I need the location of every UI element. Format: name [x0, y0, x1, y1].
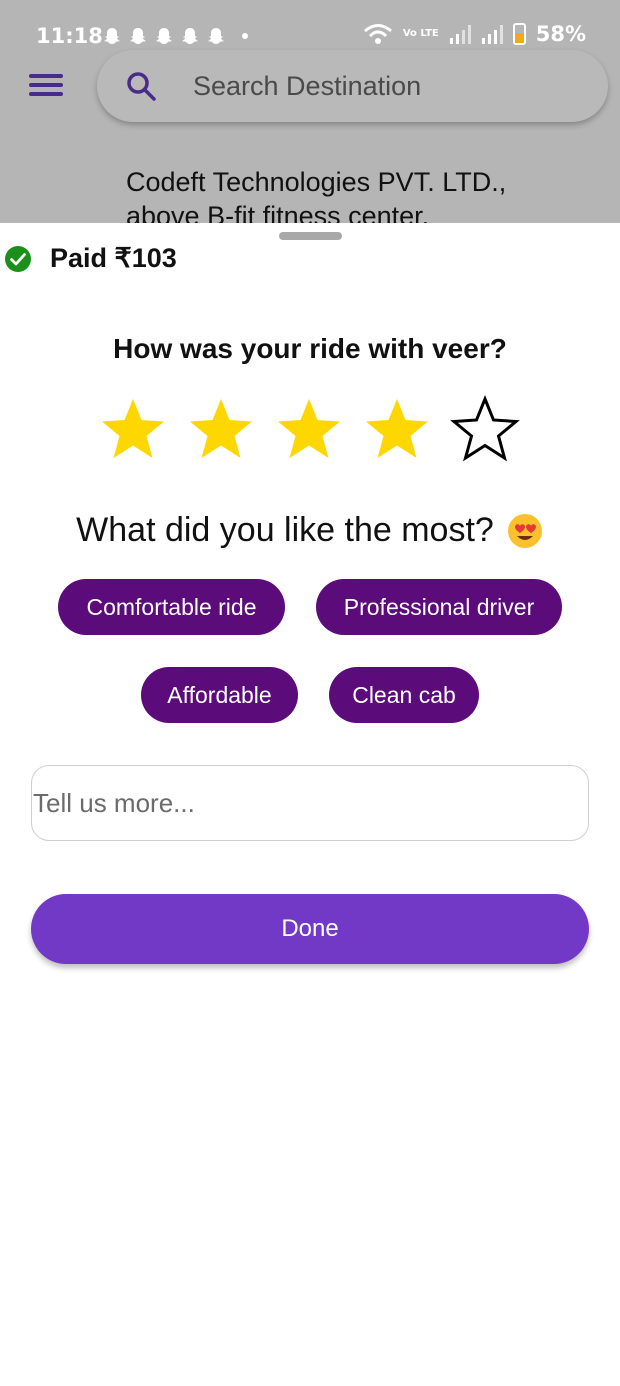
rating-bottom-sheet: Paid ₹103 How was your ride with veer? W… [0, 223, 620, 1386]
paid-amount: Paid ₹103 [50, 243, 177, 273]
chip-professional-driver[interactable]: Professional driver [316, 579, 562, 635]
volte-label: Vo LTE [402, 28, 439, 39]
address-line: above B-fit fitness center, [126, 201, 430, 223]
hamburger-line [29, 92, 63, 96]
map-backdrop: 11:18 Vo LTE 58% Search Destination Code… [0, 0, 620, 223]
search-placeholder: Search Destination [193, 71, 422, 101]
battery-level [514, 32, 524, 43]
snapchat-icon [182, 28, 198, 44]
star-filled-icon[interactable] [186, 395, 256, 465]
signal-icon [449, 25, 471, 44]
chip-comfortable-ride[interactable]: Comfortable ride [58, 579, 285, 635]
more-notifications-dot [242, 33, 248, 39]
snapchat-icon [208, 28, 224, 44]
address-line: Codeft Technologies PVT. LTD., [126, 167, 507, 197]
status-right: Vo LTE 58% [363, 22, 586, 46]
payment-status: Paid ₹103 [4, 243, 177, 274]
like-question-row: What did you like the most? [0, 511, 620, 550]
snapchat-icon [130, 28, 146, 44]
wifi-icon [363, 24, 392, 44]
signal-icon [481, 25, 503, 44]
star-empty-icon[interactable] [450, 395, 520, 465]
check-circle-icon [5, 245, 31, 272]
snapchat-icon [104, 28, 120, 44]
pickup-address: Codeft Technologies PVT. LTD., above B-f… [126, 165, 506, 223]
search-bar[interactable]: Search Destination [97, 50, 608, 122]
snapchat-icon [156, 28, 172, 44]
heart-eyes-emoji-icon [507, 513, 542, 548]
rating-question: How was your ride with veer? [113, 333, 507, 364]
star-rating [98, 395, 520, 465]
feedback-input[interactable] [31, 765, 589, 841]
star-filled-icon[interactable] [98, 395, 168, 465]
search-icon [127, 72, 156, 101]
hamburger-line [29, 83, 63, 87]
star-filled-icon[interactable] [362, 395, 432, 465]
chip-affordable[interactable]: Affordable [141, 667, 298, 723]
battery-percent: 58% [535, 22, 586, 46]
chip-clean-cab[interactable]: Clean cab [329, 667, 479, 723]
like-question: What did you like the most? [76, 511, 494, 549]
hamburger-line [29, 74, 63, 78]
star-filled-icon[interactable] [274, 395, 344, 465]
notification-icons [102, 26, 248, 46]
status-time: 11:18 [36, 24, 103, 48]
drag-handle[interactable] [279, 232, 342, 240]
done-button[interactable]: Done [31, 894, 589, 964]
battery-icon [512, 23, 526, 45]
menu-button[interactable] [29, 74, 63, 100]
